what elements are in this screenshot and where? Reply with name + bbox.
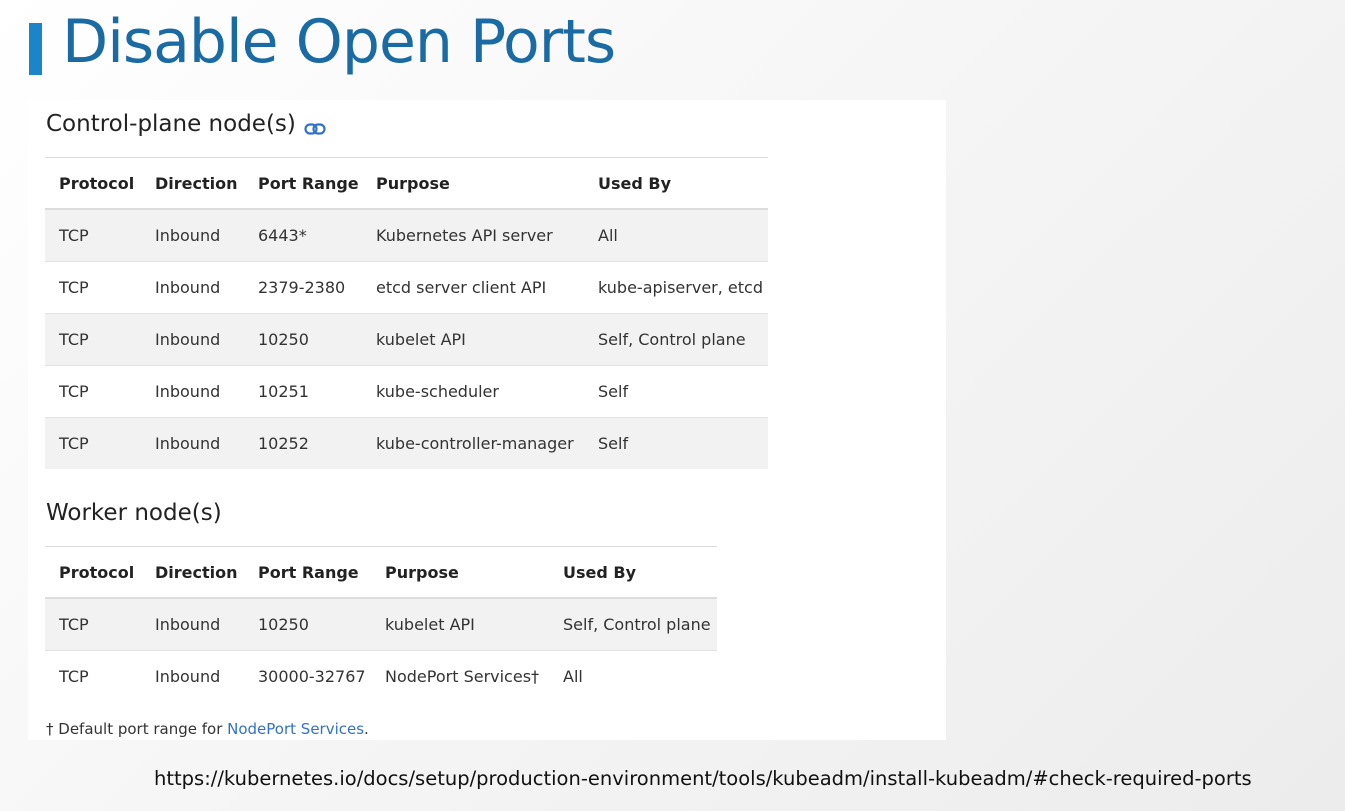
cell-purpose: kubelet API: [362, 313, 584, 366]
cell-purpose: kube-controller-manager: [362, 417, 584, 469]
link-icon[interactable]: [304, 116, 326, 135]
control-plane-ports-table: Protocol Direction Port Range Purpose Us…: [45, 157, 768, 469]
cell-port-range: 10250: [244, 598, 371, 651]
cell-protocol: TCP: [59, 667, 89, 686]
cell-protocol: TCP: [45, 313, 141, 366]
worker-heading: Worker node(s): [46, 500, 222, 526]
cell-protocol: TCP: [45, 417, 141, 469]
nodeport-services-link[interactable]: NodePort Services: [227, 720, 364, 738]
cell-used-by: Self: [584, 365, 768, 418]
cell-direction: Inbound: [141, 209, 244, 262]
table-row: TCP Inbound 10250 kubelet API Self, Cont…: [45, 598, 717, 651]
table-header-row: Protocol Direction Port Range Purpose Us…: [45, 157, 768, 210]
cell-purpose: kubelet API: [371, 598, 549, 651]
cell-used-by: kube-apiserver, etcd: [584, 261, 768, 314]
table-row: TCP Inbound 6443* Kubernetes API server …: [45, 209, 768, 262]
cell-purpose: kube-scheduler: [362, 365, 584, 418]
col-purpose: Purpose: [371, 546, 549, 599]
col-direction: Direction: [141, 157, 244, 210]
slide-title: Disable Open Ports: [62, 7, 616, 77]
cell-protocol: TCP: [45, 598, 141, 651]
table-row: TCP Inbound 10252 kube-controller-manage…: [45, 417, 768, 469]
cell-direction: Inbound: [141, 261, 244, 314]
cell-direction: Inbound: [141, 365, 244, 418]
cell-used-by: Self, Control plane: [549, 598, 717, 651]
cell-used-by: Self: [584, 417, 768, 469]
cell-port-range: 10250: [244, 313, 362, 366]
col-used-by: Used By: [584, 157, 768, 210]
control-plane-heading: Control-plane node(s): [46, 111, 326, 137]
table-row: TCP Inbound 2379-2380 etcd server client…: [45, 261, 768, 314]
table-row: TCP Inbound 10250 kubelet API Self, Cont…: [45, 313, 768, 366]
footnote-prefix: † Default port range for: [46, 720, 228, 738]
cell-port-range: 10251: [244, 365, 362, 418]
ports-panel: Control-plane node(s) Protocol Direction…: [28, 100, 946, 740]
cell-used-by: All: [584, 209, 768, 262]
cell-direction: Inbound: [141, 417, 244, 469]
cell-protocol: TCP: [45, 365, 141, 418]
col-purpose: Purpose: [362, 157, 584, 210]
cell-port-range: 2379-2380: [244, 261, 362, 314]
col-protocol: Protocol: [45, 546, 141, 599]
col-port-range: Port Range: [244, 157, 362, 210]
cell-used-by: All: [563, 667, 583, 686]
cell-protocol: TCP: [45, 209, 141, 262]
cell-direction: Inbound: [141, 313, 244, 366]
col-direction: Direction: [141, 546, 244, 599]
worker-ports-table: Protocol Direction Port Range Purpose Us…: [45, 546, 717, 702]
footnote-suffix: .: [364, 720, 369, 738]
cell-used-by: Self, Control plane: [584, 313, 768, 366]
title-accent-bar: [29, 23, 42, 75]
col-protocol: Protocol: [45, 157, 141, 210]
col-port-range: Port Range: [244, 546, 371, 599]
cell-protocol: TCP: [45, 261, 141, 314]
cell-direction: Inbound: [141, 598, 244, 651]
control-plane-heading-label: Control-plane node(s): [46, 111, 296, 137]
cell-purpose: NodePort Services†: [385, 667, 540, 686]
cell-port-range: 6443*: [244, 209, 362, 262]
table-row: TCP Inbound 30000-32767 NodePort Service…: [45, 651, 717, 703]
source-url: https://kubernetes.io/docs/setup/product…: [154, 767, 1252, 790]
cell-port-range: 10252: [244, 417, 362, 469]
table-row: TCP Inbound 10251 kube-scheduler Self: [45, 365, 768, 418]
cell-port-range: 30000-32767: [258, 667, 366, 686]
table-header-row: Protocol Direction Port Range Purpose Us…: [45, 546, 717, 599]
cell-direction: Inbound: [155, 667, 221, 686]
col-used-by: Used By: [549, 546, 717, 599]
cell-purpose: Kubernetes API server: [362, 209, 584, 262]
footnote: † Default port range for NodePort Servic…: [46, 720, 369, 738]
cell-purpose: etcd server client API: [362, 261, 584, 314]
